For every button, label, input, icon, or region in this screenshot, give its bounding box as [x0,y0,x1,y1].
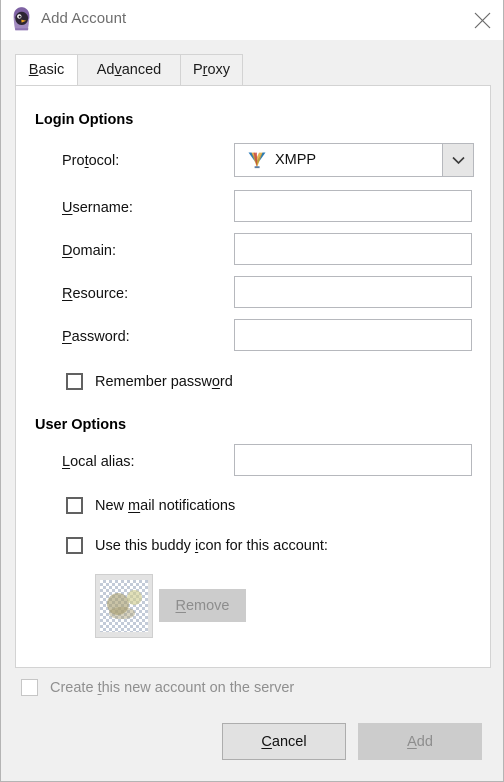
new-mail-notifications-label: New mail notifications [95,497,236,514]
buddy-icon-blob [109,607,135,619]
remember-password-label: Remember password [95,373,233,390]
create-account-checkbox[interactable] [21,679,38,696]
tab-strip: Basic Advanced Proxy [15,54,491,86]
username-label: Username: [62,200,133,216]
create-account-checkbox-row[interactable]: Create this new account on the server [21,679,294,696]
xmpp-protocol-icon [247,150,267,170]
protocol-label: Protocol: [62,153,120,169]
tab-basic-label: Basic [28,62,65,78]
resource-label: Resource: [62,286,129,302]
login-options-heading: Login Options [35,112,134,128]
local-alias-input[interactable] [234,444,472,476]
buddy-icon-blob [127,590,142,605]
cancel-button-label: Cancel [261,733,307,750]
new-mail-notifications-checkbox[interactable] [66,497,83,514]
new-mail-checkbox-row[interactable]: New mail notifications [66,497,235,514]
add-button[interactable]: Add [358,723,482,760]
user-options-heading: User Options [35,417,127,433]
tab-advanced[interactable]: Advanced [77,54,181,86]
username-input[interactable] [234,190,472,222]
use-buddy-icon-label: Use this buddy icon for this account: [95,537,328,554]
cancel-button[interactable]: Cancel [222,723,346,760]
window-title: Add Account [41,10,127,27]
password-label: Password: [62,329,130,345]
remember-password-checkbox-row[interactable]: Remember password [66,373,233,390]
buddy-icon-preview[interactable] [95,574,153,638]
tab-proxy[interactable]: Proxy [180,54,243,86]
pidgin-logo-icon [10,6,34,32]
title-bar: Add Account [1,0,503,40]
tab-advanced-label: Advanced [96,62,162,78]
domain-input[interactable] [234,233,472,265]
add-button-label: Add [407,733,433,750]
protocol-value: XMPP [275,152,317,168]
use-buddy-icon-checkbox-row[interactable]: Use this buddy icon for this account: [66,537,328,554]
create-account-label: Create this new account on the server [50,679,295,696]
tab-basic[interactable]: Basic [15,54,78,86]
protocol-combobox[interactable]: XMPP [234,143,474,177]
basic-tab-panel: Login Options Protocol: XMPP Username: D… [15,85,491,668]
domain-label: Domain: [62,243,117,259]
buddy-icon-image [100,580,148,632]
password-input[interactable] [234,319,472,351]
add-account-dialog: Add Account Basic Advanced Proxy Login O… [0,0,504,782]
remember-password-checkbox[interactable] [66,373,83,390]
resource-input[interactable] [234,276,472,308]
tab-proxy-label: Proxy [192,62,231,78]
remove-button-label: Remove [175,597,230,614]
chevron-down-icon[interactable] [442,144,473,176]
use-buddy-icon-checkbox[interactable] [66,537,83,554]
local-alias-label: Local alias: [62,454,135,470]
close-icon[interactable] [459,0,503,40]
remove-buddy-icon-button[interactable]: Remove [159,589,246,622]
